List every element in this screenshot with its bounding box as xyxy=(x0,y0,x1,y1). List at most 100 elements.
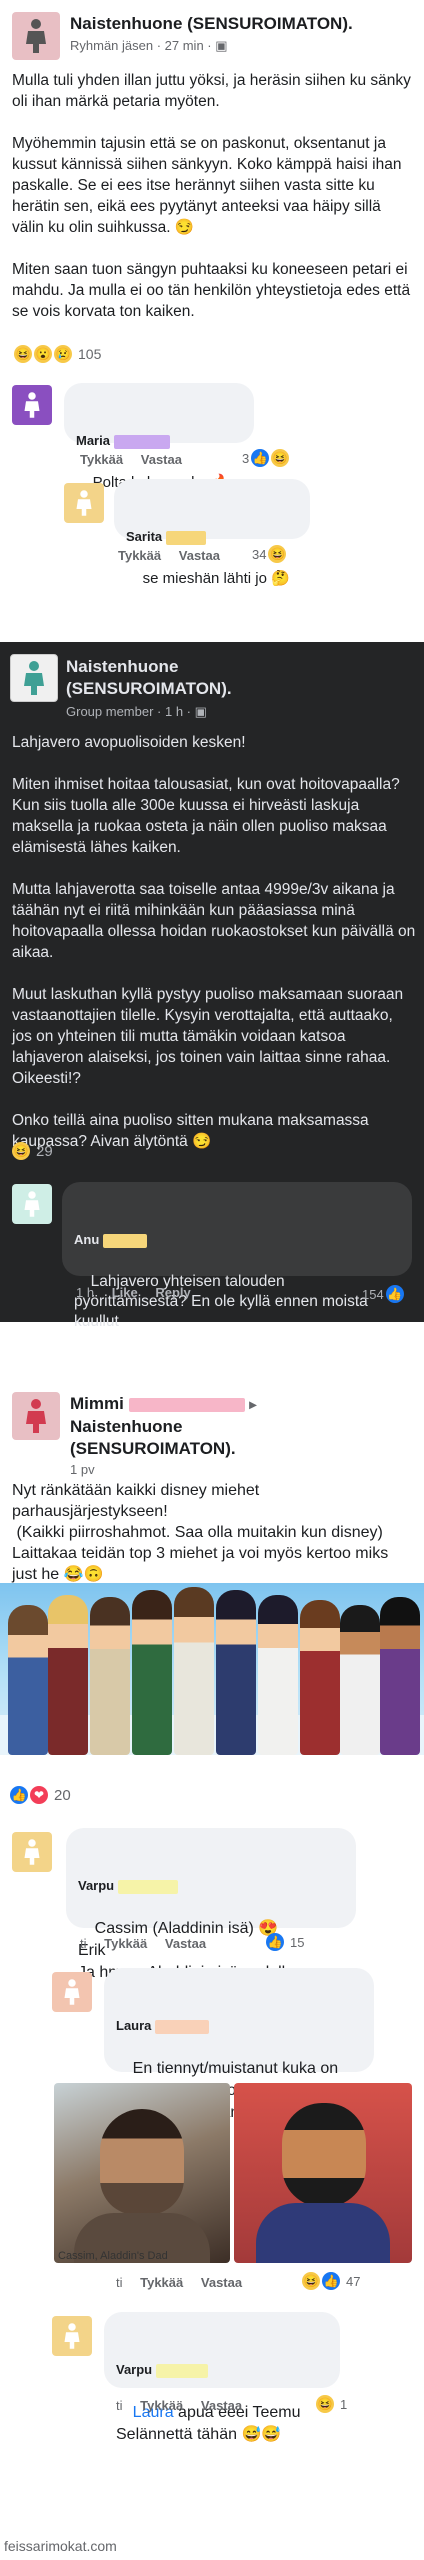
comment-actions: ti Tykkää Vastaa xyxy=(116,2275,256,2290)
reply-action[interactable]: Vastaa xyxy=(201,2398,242,2413)
commenter-name[interactable]: Maria xyxy=(76,431,242,451)
comment-reactions[interactable]: 34 😆 xyxy=(252,545,287,563)
reaction-count: 3 xyxy=(242,450,250,466)
group-name[interactable]: Naistenhuone (SENSUROIMATON). xyxy=(66,656,232,700)
avatar[interactable] xyxy=(12,1392,60,1440)
wow-icon: 😮 xyxy=(34,345,52,363)
comment-actions: Tykkää Vastaa xyxy=(80,452,196,467)
comment-time: ti xyxy=(116,2398,123,2413)
cassim-photo[interactable] xyxy=(54,2083,230,2263)
comment-time: 1 h xyxy=(76,1285,95,1300)
like-icon: 👍 xyxy=(251,449,270,467)
person-icon xyxy=(64,2323,80,2349)
comment-actions: 1 h Like Reply xyxy=(76,1285,205,1300)
comment-text: Lahjavero yhteisen talouden pyörittämise… xyxy=(74,1273,373,1330)
like-action[interactable]: Tykkää xyxy=(104,1936,147,1951)
reaction-count: 34 xyxy=(252,546,267,562)
comment-reactions[interactable]: 😆 👍 47 xyxy=(302,2272,360,2290)
like-action[interactable]: Tykkää xyxy=(140,2275,183,2290)
person-icon xyxy=(26,1399,46,1433)
person-icon xyxy=(26,19,46,53)
disney-princes-image[interactable] xyxy=(0,1583,424,1755)
haha-icon: 😆 xyxy=(271,449,290,467)
reply-action[interactable]: Vastaa xyxy=(179,548,220,563)
avatar[interactable] xyxy=(10,654,58,702)
comment-avatar[interactable] xyxy=(12,385,52,425)
commenter-name[interactable]: Varpu xyxy=(78,1876,344,1896)
reaction-count: 154 xyxy=(362,1286,384,1302)
like-action[interactable]: Tykkää xyxy=(140,2398,183,2413)
reply-action[interactable]: Vastaa xyxy=(165,1936,206,1951)
comment-reactions[interactable]: 3 👍 😆 xyxy=(242,449,290,467)
comment-actions: Tykkää Vastaa xyxy=(118,548,234,563)
post-3: Mimmi ▸ Naistenhuone (SENSUROIMATON). 1 … xyxy=(0,1380,424,2560)
reaction-count: 105 xyxy=(78,346,102,362)
haha-icon: 😆 xyxy=(12,1142,30,1160)
like-action[interactable]: Like xyxy=(112,1285,138,1300)
post-reactions[interactable]: 😆 😮 😢 105 xyxy=(14,345,101,363)
post-meta: 1 pv xyxy=(70,1462,95,1477)
comment-time: ti xyxy=(80,1936,87,1951)
post-meta-text: Group member · 1 h · xyxy=(66,704,195,719)
commenter-name[interactable]: Laura xyxy=(116,2016,362,2036)
comment-avatar[interactable] xyxy=(12,1832,52,1872)
like-icon: 👍 xyxy=(322,2272,340,2290)
sad-icon: 😢 xyxy=(54,345,72,363)
group-privacy-icon: ▣ xyxy=(194,704,207,719)
comment-time: ti xyxy=(116,2275,123,2290)
commenter-name[interactable]: Sarita xyxy=(126,527,298,547)
comment-bubble: Sarita se mieshän lähti jo 🤔 xyxy=(114,479,310,587)
reaction-count: 20 xyxy=(54,1786,71,1804)
comment-avatar[interactable] xyxy=(12,1184,52,1224)
commenter-name[interactable]: Varpu xyxy=(116,2360,328,2380)
comment-reactions[interactable]: 👍 15 xyxy=(266,1933,304,1951)
like-icon: 👍 xyxy=(10,1786,28,1804)
reaction-count: 47 xyxy=(346,2273,361,2289)
comment-avatar[interactable] xyxy=(52,2316,92,2356)
comment-text: se mieshän lähti jo 🤔 xyxy=(142,570,290,587)
haha-icon: 😆 xyxy=(316,2395,334,2413)
person-icon xyxy=(64,1979,80,2005)
love-icon: ❤ xyxy=(30,1786,48,1804)
author-name[interactable]: Mimmi ▸ xyxy=(70,1394,256,1414)
reply-action[interactable]: Reply xyxy=(155,1285,190,1300)
watermark: feissarimokat.com xyxy=(4,2538,117,2554)
comment-bubble: Laura En tiennyt/muistanut kuka on Aladd… xyxy=(104,1968,374,2121)
post-reactions[interactable]: 😆 29 xyxy=(12,1142,53,1160)
person-icon xyxy=(24,661,44,695)
haha-icon: 😆 xyxy=(302,2272,320,2290)
post-body: Mulla tuli yhden illan juttu yöksi, ja h… xyxy=(12,72,411,320)
group-privacy-icon: ▣ xyxy=(215,38,228,53)
post-meta-text: Ryhmän jäsen · 27 min · xyxy=(70,38,216,53)
comment-avatar[interactable] xyxy=(64,483,104,523)
post-reactions[interactable]: 👍 ❤ 20 xyxy=(10,1786,71,1804)
arrow-icon: ▸ xyxy=(249,1396,257,1412)
like-action[interactable]: Tykkää xyxy=(80,452,123,467)
group-name[interactable]: Naistenhuone (SENSUROIMATON). xyxy=(70,14,353,34)
group-name[interactable]: Naistenhuone (SENSUROIMATON). xyxy=(70,1416,236,1460)
comment-bubble: Varpu Cassim (Aladdinin isä) 😍 Erik Ja h… xyxy=(66,1828,356,1981)
reaction-count: 15 xyxy=(290,1934,305,1950)
avatar[interactable] xyxy=(12,12,60,60)
post-1: Naistenhuone (SENSUROIMATON). Ryhmän jäs… xyxy=(0,0,424,590)
comment-reactions[interactable]: 154 👍 xyxy=(362,1285,404,1303)
haha-icon: 😆 xyxy=(268,545,287,563)
comment-bubble: Maria Polta koko paska 🔥 xyxy=(64,383,254,491)
reaction-count: 1 xyxy=(340,2396,348,2412)
photo-caption: Cassim, Aladdin's Dad xyxy=(58,2250,168,2262)
person-icon xyxy=(24,392,40,418)
comment-avatar[interactable] xyxy=(52,1972,92,2012)
like-icon: 👍 xyxy=(266,1933,284,1951)
post-2: Naistenhuone (SENSUROIMATON). Group memb… xyxy=(0,642,424,1330)
reply-action[interactable]: Vastaa xyxy=(201,2275,242,2290)
reaction-count: 29 xyxy=(36,1142,53,1160)
post-body: Lahjavero avopuolisoiden kesken! Miten i… xyxy=(12,734,416,1150)
commenter-name[interactable]: Anu xyxy=(74,1230,400,1250)
reply-action[interactable]: Vastaa xyxy=(141,452,182,467)
comment-reactions[interactable]: 😆 1 xyxy=(316,2395,347,2413)
haha-icon: 😆 xyxy=(14,345,32,363)
comment-bubble: Varpu Laura apua eeei Teemu Selännettä t… xyxy=(104,2312,340,2443)
like-action[interactable]: Tykkää xyxy=(118,548,161,563)
person-icon xyxy=(24,1839,40,1865)
cassim-cartoon-photo[interactable] xyxy=(234,2083,412,2263)
